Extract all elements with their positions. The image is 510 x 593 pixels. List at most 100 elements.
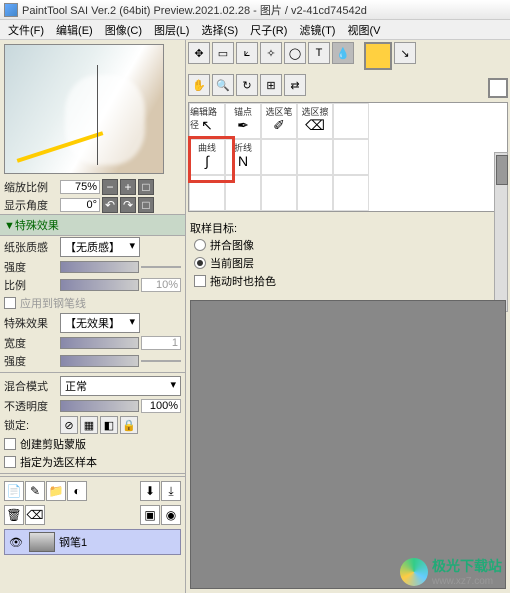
drag-pick-checkbox[interactable] bbox=[194, 275, 206, 287]
sel-pen-tool[interactable]: 选区笔✐ bbox=[261, 103, 297, 139]
lock-all-button[interactable]: 🔒 bbox=[120, 416, 138, 434]
curve-tool[interactable]: 曲线∫ bbox=[189, 139, 225, 175]
visibility-icon[interactable]: 👁 bbox=[7, 536, 25, 549]
merge-down-button[interactable]: ⬇ bbox=[140, 481, 160, 501]
canvas-area[interactable] bbox=[190, 300, 506, 589]
empty-cell[interactable] bbox=[261, 175, 297, 211]
menu-edit[interactable]: 编辑(E) bbox=[50, 20, 99, 40]
empty-cell[interactable] bbox=[333, 175, 369, 211]
delete-layer-button[interactable]: 🗑 bbox=[4, 505, 24, 525]
lock-alpha-button[interactable]: ◧ bbox=[100, 416, 118, 434]
foreground-color[interactable] bbox=[364, 42, 392, 70]
eyedropper-tool-icon[interactable]: 💧 bbox=[332, 42, 354, 64]
text-tool-icon[interactable]: T bbox=[308, 42, 330, 64]
polyline-tool[interactable]: 折线N bbox=[225, 139, 261, 175]
flatten-button[interactable]: ▣ bbox=[140, 505, 160, 525]
swap-colors-icon[interactable]: ↘ bbox=[394, 42, 416, 64]
angle-reset-button[interactable]: □ bbox=[138, 197, 154, 213]
intensity2-label: 强度 bbox=[4, 353, 58, 369]
apply-pen-label: 应用到钢笔线 bbox=[20, 295, 86, 311]
menu-file[interactable]: 文件(F) bbox=[2, 20, 50, 40]
intensity-slider bbox=[60, 261, 139, 273]
layer-name[interactable]: 钢笔1 bbox=[59, 534, 87, 550]
polyline-icon: N bbox=[238, 153, 248, 169]
sel-sample-checkbox[interactable] bbox=[4, 456, 16, 468]
merge-visible-button[interactable]: ◉ bbox=[161, 505, 181, 525]
layer-panel: 📄 ✎ 📁 ◐ ⬇ ⤓ 🗑 ⌫ ▣ ◉ 👁 钢笔1 bbox=[0, 476, 185, 559]
shape-tool-icon[interactable]: ◯ bbox=[284, 42, 306, 64]
empty-cell[interactable] bbox=[297, 139, 333, 175]
background-color[interactable] bbox=[488, 78, 508, 98]
opacity-label: 不透明度 bbox=[4, 398, 58, 414]
empty-cell[interactable] bbox=[261, 139, 297, 175]
window-title: PaintTool SAI Ver.2 (64bit) Preview.2021… bbox=[22, 2, 367, 18]
layer-row[interactable]: 👁 钢笔1 bbox=[4, 529, 181, 555]
navigator-preview[interactable] bbox=[4, 44, 164, 174]
select-tool-icon[interactable]: ▭ bbox=[212, 42, 234, 64]
apply-pen-checkbox bbox=[4, 297, 16, 309]
special-label: 特殊效果 bbox=[4, 315, 58, 331]
paper-dropdown[interactable]: 【无质感】▾ bbox=[60, 237, 140, 257]
lock-pixel-button[interactable]: ▦ bbox=[80, 416, 98, 434]
selerase-icon: ⌫ bbox=[305, 117, 325, 134]
menu-layer[interactable]: 图层(L) bbox=[148, 20, 195, 40]
empty-cell[interactable] bbox=[297, 175, 333, 211]
preview-content bbox=[65, 75, 145, 165]
new-layer-button[interactable]: 📄 bbox=[4, 481, 24, 501]
empty-cell[interactable] bbox=[333, 139, 369, 175]
app-icon bbox=[4, 3, 18, 17]
ratio-value: 10% bbox=[141, 278, 181, 292]
clip-checkbox[interactable] bbox=[4, 438, 16, 450]
watermark-icon bbox=[400, 558, 428, 586]
opacity-slider[interactable] bbox=[60, 400, 139, 412]
menu-ruler[interactable]: 尺子(R) bbox=[244, 20, 293, 40]
tool-grid-scrollbar[interactable] bbox=[494, 152, 508, 312]
wand-tool-icon[interactable]: ✧ bbox=[260, 42, 282, 64]
lasso-tool-icon[interactable]: ⟀ bbox=[236, 42, 258, 64]
angle-value[interactable]: 0° bbox=[60, 198, 100, 212]
hand-tool-icon[interactable]: ✋ bbox=[188, 74, 210, 96]
empty-cell[interactable] bbox=[333, 103, 369, 139]
paper-label: 纸张质感 bbox=[4, 239, 58, 255]
clear-layer-button[interactable]: ⌫ bbox=[25, 505, 45, 525]
lock-none-button[interactable]: ⊘ bbox=[60, 416, 78, 434]
layer-mask-button[interactable]: ◐ bbox=[67, 481, 87, 501]
main-toolbar: ✥ ▭ ⟀ ✧ ◯ T 💧 ↘ bbox=[186, 40, 510, 72]
blend-dropdown[interactable]: 正常▾ bbox=[60, 376, 181, 396]
radio-current[interactable] bbox=[194, 257, 206, 269]
fx-section-header[interactable]: ▼特殊效果 bbox=[0, 214, 185, 236]
angle-cw-button[interactable]: ↷ bbox=[120, 197, 136, 213]
angle-ccw-button[interactable]: ↶ bbox=[102, 197, 118, 213]
zoom-reset-button[interactable]: □ bbox=[138, 179, 154, 195]
zoom-minus-button[interactable]: − bbox=[102, 179, 118, 195]
zoom-plus-button[interactable]: + bbox=[120, 179, 136, 195]
anchor-tool[interactable]: 锚点✒ bbox=[225, 103, 261, 139]
zoom-tool-icon[interactable]: 🔍 bbox=[212, 74, 234, 96]
new-folder-button[interactable]: 📁 bbox=[46, 481, 66, 501]
selpen-icon: ✐ bbox=[273, 117, 285, 134]
title-bar: PaintTool SAI Ver.2 (64bit) Preview.2021… bbox=[0, 0, 510, 20]
empty-cell[interactable] bbox=[189, 175, 225, 211]
ratio-slider bbox=[60, 279, 139, 291]
edit-path-tool[interactable]: 编辑路径↖ bbox=[189, 103, 225, 139]
menu-select[interactable]: 选择(S) bbox=[195, 20, 244, 40]
rotate-tool-icon[interactable]: ↻ bbox=[236, 74, 258, 96]
sample-target-label: 取样目标: bbox=[190, 220, 506, 236]
opacity-value[interactable]: 100% bbox=[141, 399, 181, 413]
sel-eraser-tool[interactable]: 选区擦⌫ bbox=[297, 103, 333, 139]
flip-tool-icon[interactable]: ⇄ bbox=[284, 74, 306, 96]
reset-view-icon[interactable]: ⊞ bbox=[260, 74, 282, 96]
menu-image[interactable]: 图像(C) bbox=[99, 20, 148, 40]
radio-merged-label: 拼合图像 bbox=[210, 237, 254, 253]
chevron-down-icon: ▾ bbox=[129, 239, 135, 252]
transfer-down-button[interactable]: ⤓ bbox=[161, 481, 181, 501]
zoom-value[interactable]: 75% bbox=[60, 180, 100, 194]
new-pen-layer-button[interactable]: ✎ bbox=[25, 481, 45, 501]
move-tool-icon[interactable]: ✥ bbox=[188, 42, 210, 64]
radio-merged[interactable] bbox=[194, 239, 206, 251]
empty-cell[interactable] bbox=[225, 175, 261, 211]
menu-view[interactable]: 视图(V bbox=[341, 20, 386, 40]
special-dropdown[interactable]: 【无效果】▾ bbox=[60, 313, 140, 333]
menu-filter[interactable]: 滤镜(T) bbox=[293, 20, 341, 40]
right-panel: ✥ ▭ ⟀ ✧ ◯ T 💧 ↘ ✋ 🔍 ↻ ⊞ ⇄ 编辑路径↖ 锚点✒ 选区笔✐ bbox=[186, 40, 510, 593]
